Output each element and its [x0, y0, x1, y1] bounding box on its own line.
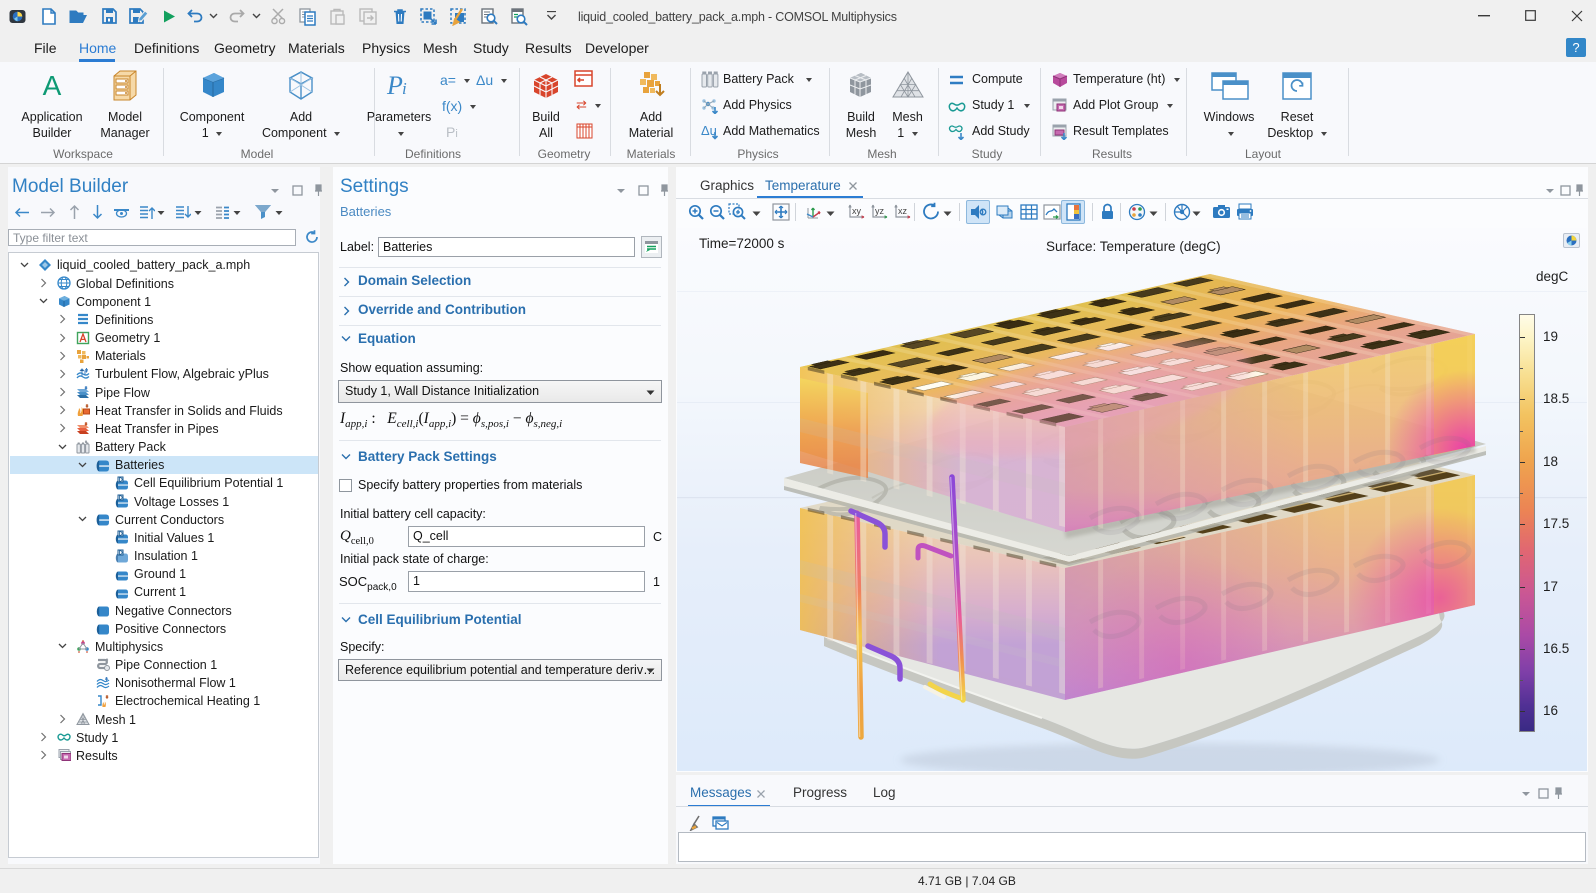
svg-text:P: P: [386, 72, 403, 100]
svg-text:D: D: [119, 477, 123, 483]
svg-text:yz: yz: [875, 206, 885, 216]
svg-text:D: D: [119, 550, 123, 556]
svg-text:D: D: [119, 532, 123, 538]
svg-text:xz: xz: [898, 206, 908, 216]
svg-text:i: i: [402, 79, 407, 98]
svg-text:A: A: [43, 71, 62, 101]
svg-text:xy: xy: [852, 206, 862, 216]
svg-text:D: D: [119, 495, 123, 501]
